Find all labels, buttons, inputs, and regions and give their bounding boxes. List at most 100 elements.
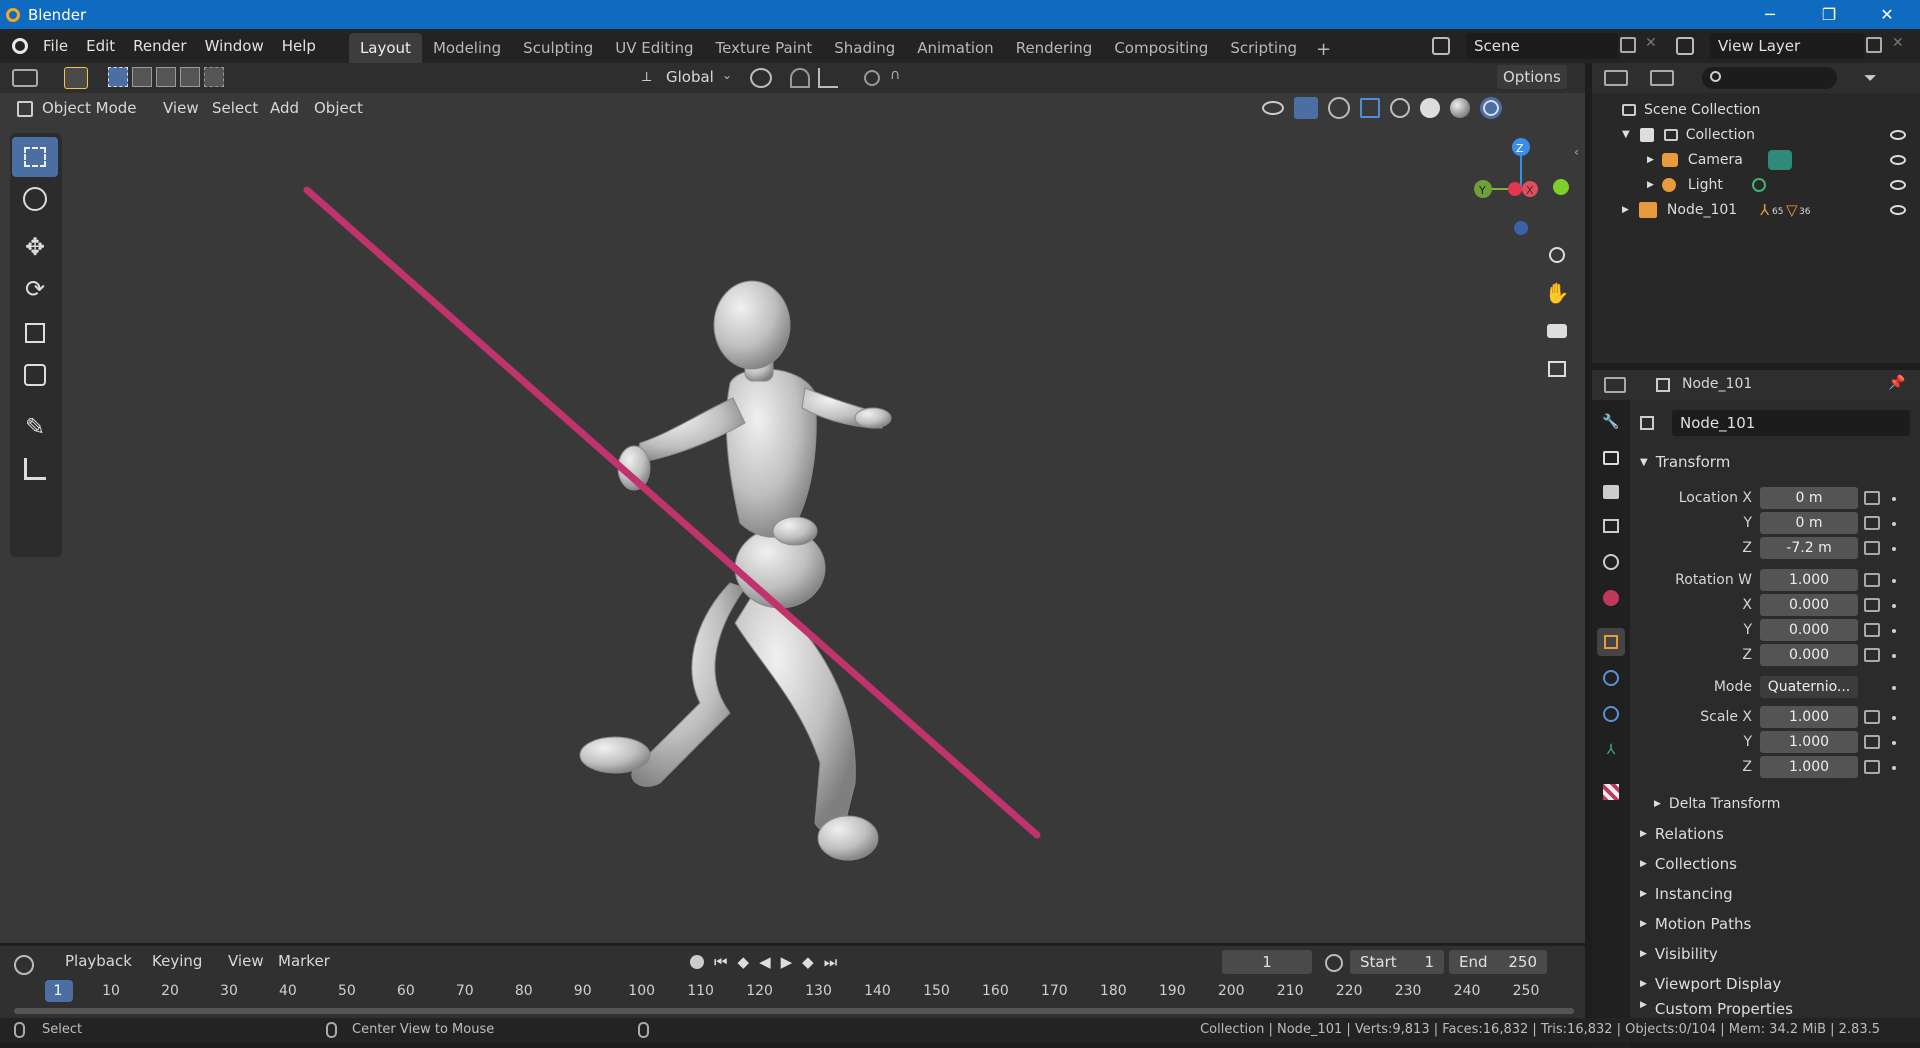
location-x-field[interactable]: 0 m [1760, 487, 1858, 509]
outliner-item-light[interactable]: ▶ Light [1592, 172, 1920, 197]
next-keyframe-icon[interactable]: ◆ [802, 953, 814, 971]
keyframe-dot-icon[interactable] [1892, 522, 1896, 526]
outliner-scene-collection[interactable]: Scene Collection [1592, 97, 1920, 122]
panel-instancing[interactable]: ▶ Instancing [1636, 880, 1920, 908]
filter-icon[interactable]: ⏷ [1864, 68, 1877, 88]
delta-transform-subpanel[interactable]: ▶ Delta Transform [1650, 790, 1920, 818]
timeline-menu-keying[interactable]: Keying [152, 952, 202, 970]
jump-end-icon[interactable]: ⏭ [824, 953, 838, 971]
armature-data-icon[interactable]: ⅄ [1760, 201, 1769, 219]
outliner-item-camera[interactable]: ▶ Camera [1592, 147, 1920, 172]
lock-icon[interactable] [1864, 516, 1880, 530]
tab-texture-paint[interactable]: Texture Paint [704, 33, 823, 63]
play-icon[interactable]: ▶ [781, 953, 793, 971]
tab-compositing[interactable]: Compositing [1103, 33, 1219, 63]
object-name-field[interactable]: Node_101 [1672, 410, 1910, 436]
tab-scripting[interactable]: Scripting [1219, 33, 1308, 63]
minimize-button[interactable]: ─ [1741, 0, 1799, 29]
keyframe-dot-icon[interactable] [1892, 716, 1896, 720]
view-layer-field[interactable]: View Layer [1710, 33, 1864, 59]
tab-layout[interactable]: Layout [348, 33, 422, 63]
sidebar-toggle-icon[interactable]: ‹ [1574, 145, 1579, 159]
ortho-view-button[interactable] [1542, 354, 1572, 384]
keyframe-dot-icon[interactable] [1892, 686, 1896, 690]
rotation-z-field[interactable]: 0.000 [1760, 644, 1858, 666]
preview-range-icon[interactable] [1325, 954, 1343, 972]
menu-file[interactable]: File [34, 37, 77, 55]
outliner-search-input[interactable] [1702, 67, 1837, 89]
rotation-x-field[interactable]: 0.000 [1760, 594, 1858, 616]
visibility-eye-icon[interactable] [1890, 204, 1906, 215]
add-workspace-button[interactable]: + [1308, 36, 1339, 63]
keyframe-dot-icon[interactable] [1892, 741, 1896, 745]
jump-start-icon[interactable]: ⏮ [714, 953, 728, 971]
close-button[interactable]: ✕ [1858, 0, 1916, 29]
expand-icon[interactable]: ▶ [1622, 205, 1629, 215]
visibility-eye-icon[interactable] [1890, 179, 1906, 190]
timeline-menu-view[interactable]: View [228, 952, 264, 970]
keyframe-dot-icon[interactable] [1892, 766, 1896, 770]
rotation-w-field[interactable]: 1.000 [1760, 569, 1858, 591]
lock-icon[interactable] [1864, 648, 1880, 662]
keyframe-dot-icon[interactable] [1892, 579, 1896, 583]
object-datablock-icon[interactable] [1640, 416, 1654, 430]
camera-view-button[interactable] [1542, 316, 1572, 346]
frame-start-field[interactable]: Start 1 [1350, 950, 1444, 974]
tab-rendering[interactable]: Rendering [1005, 33, 1104, 63]
timeline-menu-marker[interactable]: Marker [278, 952, 330, 970]
render-tab-icon[interactable] [1597, 444, 1625, 472]
lock-icon[interactable] [1864, 491, 1880, 505]
panel-viewport-display[interactable]: ▶ Viewport Display [1636, 970, 1920, 998]
3d-viewport[interactable]: ⟂ Global ⌄ ∩ Options Object Mode View Se… [0, 63, 1585, 943]
new-view-layer-icon[interactable] [1866, 37, 1882, 53]
zoom-view-button[interactable] [1542, 240, 1572, 270]
lock-icon[interactable] [1864, 573, 1880, 587]
location-z-field[interactable]: -7.2 m [1760, 537, 1858, 559]
expand-icon[interactable]: ▶ [1647, 180, 1654, 190]
tab-modeling[interactable]: Modeling [422, 33, 512, 63]
visibility-eye-icon[interactable] [1890, 129, 1906, 140]
panel-relations[interactable]: ▶ Relations [1636, 820, 1920, 848]
outliner-item-node-101[interactable]: ▶ Node_101 ⅄ 65 ▽ 36 [1592, 197, 1920, 222]
frame-ruler[interactable]: 1 10 20 30 40 50 60 70 80 90 100 110 120 130 140 150 160… [0, 978, 1585, 1008]
expand-icon[interactable]: ▶ [1647, 155, 1654, 165]
remove-scene-icon[interactable]: ✕ [1645, 35, 1657, 51]
keyframe-dot-icon[interactable] [1892, 604, 1896, 608]
rotation-mode-dropdown[interactable]: Quaternio... [1760, 676, 1858, 698]
mesh-data-icon[interactable]: ▽ [1786, 201, 1798, 219]
timeline-menu-playback[interactable]: Playback [65, 952, 132, 970]
include-checkbox[interactable] [1639, 127, 1654, 142]
panel-visibility[interactable]: ▶ Visibility [1636, 940, 1920, 968]
menu-window[interactable]: Window [196, 37, 273, 55]
keyframe-dot-icon[interactable] [1892, 629, 1896, 633]
tool-tab-icon[interactable]: 🔧 [1597, 408, 1625, 436]
texture-tab-icon[interactable] [1597, 778, 1625, 806]
outliner-editor-type-icon[interactable] [1604, 70, 1628, 86]
visibility-eye-icon[interactable] [1890, 154, 1906, 165]
scale-z-field[interactable]: 1.000 [1760, 756, 1858, 778]
pan-view-button[interactable]: ✋ [1542, 278, 1572, 308]
tab-animation[interactable]: Animation [906, 33, 1004, 63]
scene-icon[interactable] [1432, 37, 1450, 55]
current-frame-field[interactable]: 1 [1222, 950, 1312, 974]
keyframe-dot-icon[interactable] [1892, 497, 1896, 501]
blender-menu-icon[interactable] [12, 38, 28, 54]
lock-icon[interactable] [1864, 623, 1880, 637]
lock-icon[interactable] [1864, 760, 1880, 774]
frame-end-field[interactable]: End 250 [1449, 950, 1547, 974]
scale-y-field[interactable]: 1.000 [1760, 731, 1858, 753]
menu-render[interactable]: Render [124, 37, 195, 55]
view-layer-icon[interactable] [1676, 37, 1694, 55]
lock-icon[interactable] [1864, 710, 1880, 724]
3d-scene[interactable]: Z Y X [0, 63, 1585, 943]
panel-collections[interactable]: ▶ Collections [1636, 850, 1920, 878]
restore-button[interactable]: ❐ [1800, 0, 1858, 29]
menu-edit[interactable]: Edit [77, 37, 124, 55]
light-data-icon[interactable] [1752, 177, 1766, 192]
timeline-scrollbar[interactable] [14, 1008, 1574, 1014]
tab-uv-editing[interactable]: UV Editing [604, 33, 704, 63]
display-mode-icon[interactable] [1650, 70, 1674, 86]
new-scene-icon[interactable] [1620, 37, 1636, 53]
rotation-y-field[interactable]: 0.000 [1760, 619, 1858, 641]
location-y-field[interactable]: 0 m [1760, 512, 1858, 534]
